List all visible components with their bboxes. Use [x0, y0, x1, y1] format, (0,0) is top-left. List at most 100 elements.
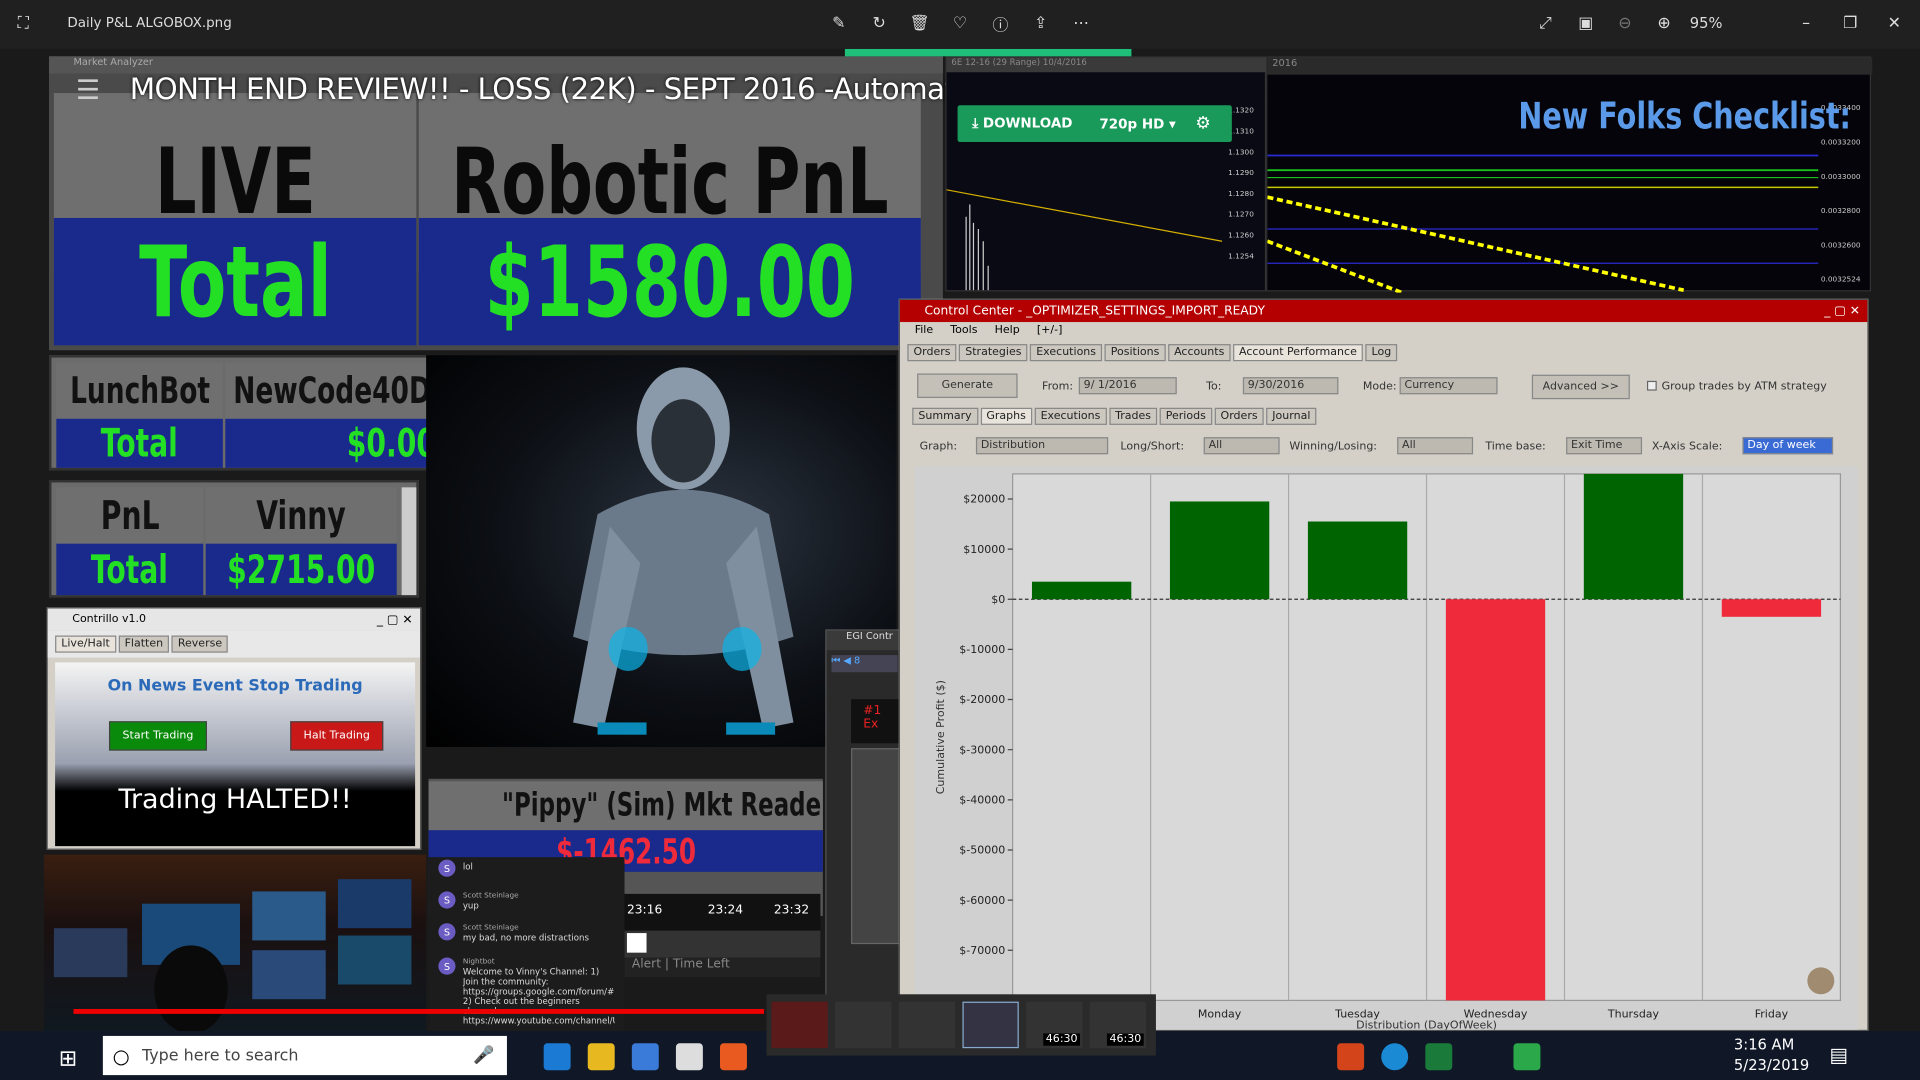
y-tick-label: $-20000 [959, 693, 1005, 706]
graph-label: Graph: [919, 440, 958, 454]
thumbnail[interactable] [771, 1001, 828, 1049]
windows-start-icon[interactable]: ⊞ [59, 1046, 77, 1072]
notifications-icon[interactable]: ▤ [1829, 1043, 1848, 1066]
control-center-tab[interactable]: Executions [1030, 344, 1103, 362]
lunchbot-total-label: Total [56, 418, 223, 468]
clock-date: 5/23/2019 [1733, 1056, 1810, 1074]
share-icon[interactable]: ⇪ [1030, 12, 1052, 34]
quality-select[interactable]: 720p HD ▾ [1099, 116, 1175, 132]
small-chart-tick: 1.1290 [1228, 168, 1254, 178]
contrillo-window-controls[interactable]: _ ▢ ✕ [377, 613, 413, 626]
zoom-out-icon[interactable]: ⊖ [1614, 12, 1636, 34]
thumbnail[interactable]: 46:30 [1089, 1001, 1147, 1049]
minimize-icon[interactable]: – [1795, 12, 1817, 34]
egi-list [851, 748, 901, 945]
info-icon[interactable]: ⓘ [989, 12, 1011, 35]
thumbnail[interactable] [898, 1001, 956, 1049]
start-trading-button[interactable]: Start Trading [108, 721, 207, 751]
menu-icon[interactable]: ☰ [76, 76, 100, 107]
download-button[interactable]: ⤓ DOWNLOAD [972, 115, 1072, 132]
help-icon[interactable] [1381, 1043, 1409, 1071]
app-star-icon[interactable] [1513, 1043, 1541, 1071]
to-label: To: [1206, 380, 1222, 394]
menu-item[interactable]: Tools [950, 324, 977, 336]
edit-icon[interactable]: ✎ [828, 12, 850, 34]
pippy-input-row [624, 930, 821, 958]
mode-select[interactable]: Currency [1399, 377, 1498, 395]
thumbnail[interactable] [962, 1001, 1019, 1049]
control-center-subtab[interactable]: Periods [1159, 407, 1212, 425]
expand-icon[interactable]: ⤢ [1534, 12, 1556, 34]
egi-nav[interactable]: ⏮ ◀ 8 [831, 655, 898, 673]
powerpoint-icon[interactable] [1337, 1043, 1365, 1071]
halt-trading-button[interactable]: Halt Trading [290, 721, 384, 751]
excel-icon[interactable] [1425, 1043, 1453, 1071]
user-avatar[interactable] [1807, 967, 1835, 995]
control-center-subtab[interactable]: Trades [1108, 407, 1158, 425]
menu-item[interactable]: [+/-] [1037, 324, 1063, 336]
contrillo-tab[interactable]: Live/Halt [55, 635, 117, 653]
control-center-subtab[interactable]: Orders [1214, 407, 1264, 425]
from-date-input[interactable]: 9/ 1/2016 [1078, 377, 1177, 395]
winning-select[interactable]: All [1397, 437, 1474, 455]
brave-icon[interactable] [720, 1043, 747, 1071]
delete-icon[interactable]: 🗑 [909, 12, 931, 34]
vinny-scrollbar[interactable] [401, 487, 417, 596]
task-thumbnails: 46:30 46:30 [766, 994, 1156, 1056]
control-center-tab[interactable]: Account Performance [1232, 344, 1363, 362]
video-progress-bar[interactable] [73, 1008, 765, 1014]
control-center-tab[interactable]: Log [1365, 344, 1398, 362]
taskbar-search[interactable]: ○ Type here to search 🎤 [102, 1035, 507, 1076]
group-trades-checkbox[interactable] [1646, 380, 1657, 391]
favorite-icon[interactable]: ♡ [949, 12, 971, 34]
control-center-tab[interactable]: Positions [1104, 344, 1166, 362]
chat-avatar: S [438, 891, 456, 909]
advanced-button[interactable]: Advanced >> [1531, 374, 1630, 400]
thumbnail[interactable] [835, 1001, 892, 1049]
contrillo-tab[interactable]: Flatten [118, 635, 170, 653]
chat-author: Scott Steinlage [462, 923, 519, 932]
microphone-icon[interactable]: 🎤 [473, 1046, 494, 1066]
timebase-select[interactable]: Exit Time [1566, 437, 1643, 455]
control-center-tab[interactable]: Strategies [959, 344, 1028, 362]
control-center-subtab[interactable]: Executions [1034, 407, 1107, 425]
contrillo-tab[interactable]: Reverse [171, 635, 229, 653]
y-tick-label: $-50000 [959, 844, 1005, 857]
control-center-tab[interactable]: Orders [907, 344, 957, 362]
more-icon[interactable]: ⋯ [1070, 12, 1092, 34]
mail-icon[interactable] [675, 1043, 703, 1071]
edge-icon[interactable] [543, 1043, 571, 1071]
new-folks-checklist: New Folks Checklist: [1518, 95, 1852, 139]
close-icon[interactable]: ✕ [1883, 12, 1905, 34]
small-chart-title: 6E 12-16 (29 Range) 10/4/2016 [946, 57, 1268, 73]
control-center-subtab[interactable]: Graphs [980, 407, 1033, 425]
rotate-icon[interactable]: ↻ [868, 12, 890, 34]
pippy-input[interactable] [626, 933, 647, 953]
menu-item[interactable]: File [915, 324, 933, 336]
xscale-select[interactable]: Day of week [1742, 437, 1834, 455]
thumbnail[interactable]: 46:30 [1026, 1001, 1083, 1049]
control-center-subtabs: Summary Graphs Executions Trades Periods Orde… [912, 407, 1647, 428]
settings-gear-icon[interactable]: ⚙ [1195, 114, 1210, 134]
control-center-window-controls[interactable]: _ ▢ ✕ [1824, 304, 1860, 317]
alert-time-left: Alert | Time Left [624, 957, 821, 978]
control-center-subtab[interactable]: Summary [912, 407, 978, 425]
restore-icon[interactable]: ❐ [1839, 12, 1861, 34]
longshort-select[interactable]: All [1203, 437, 1280, 455]
store-icon[interactable] [631, 1043, 659, 1071]
y-tick-label: $0 [991, 593, 1005, 606]
graph-select[interactable]: Distribution [975, 437, 1109, 455]
to-date-input[interactable]: 9/30/2016 [1242, 377, 1339, 395]
y-tick-label: $-70000 [959, 944, 1005, 957]
chat-message: my bad, no more distractions [462, 933, 589, 943]
viewer-filename: Daily P&L ALGOBOX.png [67, 14, 232, 31]
generate-button[interactable]: Generate [917, 373, 1018, 398]
control-center-menu: File Tools Help [+/-] [900, 322, 1867, 344]
control-center-tab[interactable]: Accounts [1167, 344, 1231, 362]
file-explorer-icon[interactable] [587, 1043, 615, 1071]
search-circle-icon: ○ [112, 1043, 130, 1068]
control-center-subtab[interactable]: Journal [1266, 407, 1317, 425]
menu-item[interactable]: Help [995, 324, 1020, 336]
zoom-in-icon[interactable]: ⊕ [1653, 12, 1675, 34]
slideshow-icon[interactable]: ▣ [1575, 12, 1597, 34]
